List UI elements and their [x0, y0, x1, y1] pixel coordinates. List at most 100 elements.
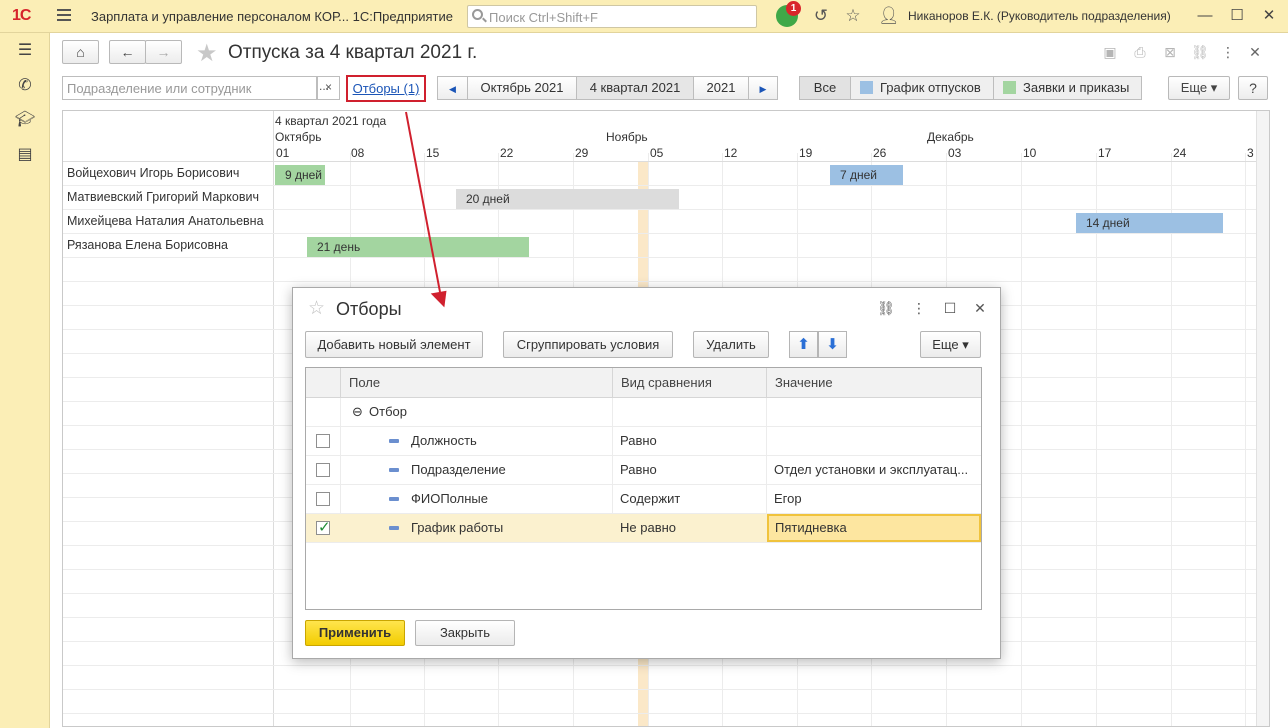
- column-header-value[interactable]: Значение: [766, 368, 981, 398]
- filter-conditions-table[interactable]: Поле Вид сравнения Значение ⊖ Отбор Долж…: [305, 367, 982, 610]
- clear-icon[interactable]: ×: [317, 77, 339, 99]
- vertical-scrollbar[interactable]: [1256, 111, 1269, 726]
- menu-list-icon[interactable]: ☰: [15, 41, 35, 61]
- attachment-icon[interactable]: ⊠: [1161, 43, 1179, 61]
- employee-filter-input[interactable]: Подразделение или сотрудник ... ×: [62, 76, 340, 100]
- maximize-icon[interactable]: ☐: [1227, 6, 1247, 26]
- forward-button[interactable]: →: [145, 40, 182, 64]
- legend-all-button[interactable]: Все: [799, 76, 851, 100]
- education-cap-icon[interactable]: 🎓︎: [15, 110, 35, 130]
- column-header-field[interactable]: Поле: [340, 368, 612, 398]
- vacation-bar[interactable]: 14 дней: [1076, 213, 1223, 233]
- favorite-star-icon[interactable]: ★: [196, 39, 218, 68]
- collapse-icon[interactable]: ⊖: [352, 398, 363, 427]
- link-icon[interactable]: ⛓︎: [1191, 43, 1209, 61]
- column-header-comparison[interactable]: Вид сравнения: [612, 368, 766, 398]
- search-icon: [472, 9, 483, 20]
- current-user[interactable]: Никаноров Е.К. (Руководитель подразделен…: [908, 9, 1171, 23]
- close-form-icon[interactable]: ✕: [1246, 43, 1264, 61]
- print-icon[interactable]: ⎙: [1131, 43, 1149, 61]
- arrow-left-icon: ◀: [449, 84, 456, 94]
- page-title: Отпуска за 4 квартал 2021 г.: [228, 42, 478, 63]
- field-icon: [389, 497, 399, 501]
- favorite-star-icon[interactable]: ☆: [308, 297, 325, 320]
- period-prev-button[interactable]: ◀: [437, 76, 468, 100]
- value-cell[interactable]: Отдел установки и эксплуатац...: [774, 456, 979, 485]
- search-placeholder: Поиск Ctrl+Shift+F: [489, 10, 598, 25]
- period-year-button[interactable]: 2021: [693, 76, 749, 100]
- legend-orders-button[interactable]: Заявки и приказы: [993, 76, 1142, 100]
- filters-link[interactable]: Отборы (1): [346, 75, 426, 102]
- more-actions-icon[interactable]: ⋮: [1219, 43, 1237, 61]
- field-name: График работы: [411, 520, 504, 535]
- row-checkbox[interactable]: [316, 463, 330, 477]
- more-button[interactable]: Еще ▾: [1168, 76, 1230, 100]
- legend-orders-label: Заявки и приказы: [1023, 80, 1130, 95]
- comparison-cell[interactable]: Не равно: [620, 514, 676, 543]
- table-row[interactable]: Подразделение Равно Отдел установки и эк…: [306, 456, 981, 485]
- help-button[interactable]: ?: [1238, 76, 1268, 100]
- maximize-icon[interactable]: ☐: [941, 299, 959, 317]
- day-label: 12: [724, 146, 738, 160]
- user-icon[interactable]: 👤︎: [878, 6, 900, 26]
- move-down-icon[interactable]: ⬇: [818, 331, 847, 358]
- filters-link-label[interactable]: Отборы (1): [353, 81, 420, 96]
- employee-name[interactable]: Войцехович Игорь Борисович: [67, 166, 239, 180]
- row-checkbox[interactable]: [316, 492, 330, 506]
- comparison-cell[interactable]: Равно: [620, 427, 657, 456]
- period-month-button[interactable]: Октябрь 2021: [467, 76, 577, 100]
- vacation-bar[interactable]: 20 дней: [456, 189, 679, 209]
- employee-name[interactable]: Рязанова Елена Борисовна: [67, 238, 228, 252]
- back-button[interactable]: ←: [109, 40, 146, 64]
- close-window-icon[interactable]: ✕: [1259, 6, 1279, 26]
- table-row[interactable]: ФИОПолные Содержит Егор: [306, 485, 981, 514]
- home-button[interactable]: ⌂: [62, 40, 99, 64]
- dialog-title: Отборы: [336, 299, 402, 319]
- arrow-right-icon: ▶: [759, 84, 767, 94]
- phone-icon[interactable]: ✆: [15, 76, 35, 96]
- table-row[interactable]: ⊖ Отбор: [306, 398, 981, 427]
- row-checkbox[interactable]: [316, 434, 330, 448]
- save-icon[interactable]: ▣: [1101, 43, 1119, 61]
- day-label: 05: [650, 146, 664, 160]
- vacation-bar[interactable]: 9 дней: [275, 165, 325, 185]
- table-row-selected[interactable]: График работы Не равно Пятидневка: [306, 514, 981, 543]
- employee-name[interactable]: Михейцева Наталия Анатольевна: [67, 214, 264, 228]
- table-row[interactable]: Должность Равно: [306, 427, 981, 456]
- add-element-button[interactable]: Добавить новый элемент: [305, 331, 483, 358]
- row-checkbox-checked[interactable]: [316, 518, 331, 536]
- employee-name[interactable]: Матвиевский Григорий Маркович: [67, 190, 259, 204]
- group-label: Отбор: [369, 404, 407, 419]
- comparison-cell[interactable]: Равно: [620, 456, 657, 485]
- comparison-cell[interactable]: Содержит: [620, 485, 680, 514]
- grid-hline: [63, 665, 1269, 666]
- apply-button[interactable]: Применить: [305, 620, 405, 646]
- period-next-button[interactable]: ▶: [748, 76, 778, 100]
- schedule-swatch: [860, 81, 873, 94]
- close-button[interactable]: Закрыть: [415, 620, 515, 646]
- app-topbar: 1С Зарплата и управление персоналом КОР.…: [0, 0, 1288, 33]
- legend-schedule-button[interactable]: График отпусков: [850, 76, 994, 100]
- id-card-icon[interactable]: ▤: [15, 145, 35, 165]
- move-up-icon[interactable]: ⬆: [789, 331, 818, 358]
- table-header: Поле Вид сравнения Значение: [306, 368, 981, 398]
- group-conditions-button[interactable]: Сгруппировать условия: [503, 331, 673, 358]
- main-menu-icon[interactable]: [57, 9, 71, 21]
- value-cell[interactable]: Егор: [774, 485, 979, 514]
- link-icon[interactable]: ⛓︎: [877, 299, 895, 317]
- value-cell-editing[interactable]: Пятидневка: [767, 514, 981, 542]
- history-icon[interactable]: ↺: [811, 6, 831, 26]
- delete-button[interactable]: Удалить: [693, 331, 769, 358]
- favorites-star-icon[interactable]: ☆: [843, 6, 863, 26]
- vacation-bar[interactable]: 7 дней: [830, 165, 903, 185]
- notifications-bell-icon[interactable]: 1: [776, 1, 801, 27]
- period-quarter-button[interactable]: 4 квартал 2021: [576, 76, 694, 100]
- vacation-bar[interactable]: 21 день: [307, 237, 529, 257]
- more-actions-icon[interactable]: ⋮: [910, 299, 928, 317]
- close-icon[interactable]: ✕: [971, 299, 989, 317]
- filter-placeholder: Подразделение или сотрудник: [67, 81, 252, 96]
- global-search-input[interactable]: Поиск Ctrl+Shift+F: [467, 5, 757, 28]
- dialog-more-button[interactable]: Еще ▾: [920, 331, 981, 358]
- value-cell[interactable]: [774, 427, 979, 456]
- minimize-icon[interactable]: —: [1195, 6, 1215, 26]
